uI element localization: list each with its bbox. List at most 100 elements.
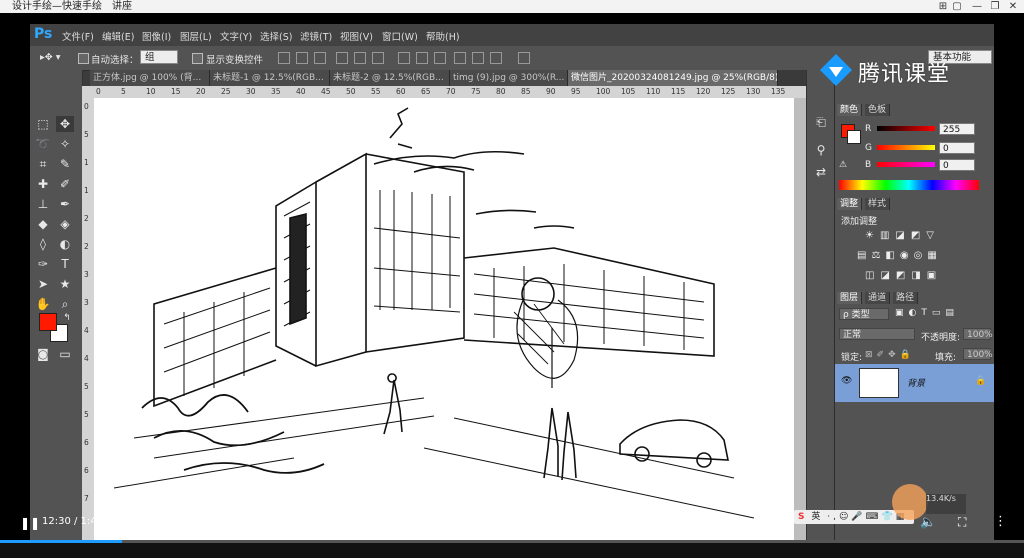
align-hcenter-icon[interactable] bbox=[354, 52, 366, 64]
menu-filter[interactable]: 滤镜(T) bbox=[300, 29, 332, 43]
layer-kind-filter[interactable]: ρ 类型 bbox=[839, 308, 889, 320]
b-value-field[interactable]: 0 bbox=[939, 159, 975, 171]
more-options-icon[interactable]: ⋮ bbox=[994, 514, 1007, 529]
menu-window[interactable]: 窗口(W) bbox=[382, 29, 418, 43]
screen-mode-icon[interactable]: ▭ bbox=[56, 346, 74, 362]
swap-colors-icon[interactable]: ↰ bbox=[58, 310, 76, 326]
eraser-tool-icon[interactable]: ◆ bbox=[34, 216, 52, 232]
menu-view[interactable]: 视图(V) bbox=[340, 29, 373, 43]
menu-layer[interactable]: 图层(L) bbox=[180, 29, 212, 43]
document-canvas[interactable] bbox=[94, 98, 794, 540]
auto-align-icon[interactable] bbox=[518, 52, 530, 64]
distribute-left-icon[interactable] bbox=[454, 52, 466, 64]
color-spectrum[interactable] bbox=[839, 180, 979, 190]
canvas-vertical-scrollbar[interactable] bbox=[794, 98, 806, 540]
maximize-button[interactable]: ❐ bbox=[988, 0, 1002, 13]
r-slider[interactable] bbox=[877, 126, 935, 131]
close-button[interactable]: ✕ bbox=[1006, 0, 1020, 13]
doc-tab-active[interactable]: 微信图片_20200324081249.jpg @ 25%(RGB/8) * bbox=[568, 70, 778, 86]
healing-brush-icon[interactable]: ✚ bbox=[34, 176, 52, 192]
lock-icons[interactable]: ⊠✐✥🔒 bbox=[865, 350, 915, 360]
marquee-tool-icon[interactable]: ⬚ bbox=[34, 116, 52, 132]
tab-adjustments[interactable]: 调整 bbox=[837, 198, 863, 210]
fill-field[interactable]: 100% bbox=[963, 348, 993, 360]
align-bottom-icon[interactable] bbox=[314, 52, 326, 64]
menu-type[interactable]: 文字(Y) bbox=[220, 29, 252, 43]
layer-row-background[interactable]: 👁 背景 🔒 bbox=[835, 364, 994, 402]
clone-stamp-icon[interactable]: ⊥ bbox=[34, 196, 52, 212]
foreground-color-swatch[interactable] bbox=[39, 313, 57, 331]
g-value-field[interactable]: 0 bbox=[939, 142, 975, 154]
magic-wand-icon[interactable]: ✧ bbox=[56, 136, 74, 152]
adjustment-icons-row-3[interactable]: ◫◪◩◨▣ bbox=[865, 270, 961, 282]
menu-edit[interactable]: 编辑(E) bbox=[102, 29, 134, 43]
properties-panel-icon[interactable]: ⇄ bbox=[812, 164, 830, 180]
align-top-icon[interactable] bbox=[278, 52, 290, 64]
layer-name[interactable]: 背景 bbox=[907, 376, 925, 389]
eyedropper-icon[interactable]: ✎ bbox=[56, 156, 74, 172]
align-left-icon[interactable] bbox=[336, 52, 348, 64]
doc-tab[interactable]: 未标题-2 @ 12.5%(RGB... bbox=[330, 70, 450, 86]
gamut-warning-icon[interactable]: ⚠ bbox=[839, 160, 847, 170]
menu-image[interactable]: 图像(I) bbox=[142, 29, 171, 43]
volume-icon[interactable]: 🔈 bbox=[920, 515, 936, 530]
layer-filter-icons[interactable]: ▣◐T▭▤ bbox=[895, 308, 959, 318]
panel-background-swatch[interactable] bbox=[847, 130, 861, 144]
miniplayer-icon[interactable]: ▢ bbox=[950, 0, 964, 13]
auto-select-checkbox[interactable] bbox=[78, 53, 89, 64]
tab-color[interactable]: 颜色 bbox=[837, 104, 863, 116]
distribute-top-icon[interactable] bbox=[398, 52, 410, 64]
g-slider[interactable] bbox=[877, 145, 935, 150]
menu-help[interactable]: 帮助(H) bbox=[426, 29, 460, 43]
tab-paths[interactable]: 路径 bbox=[893, 292, 919, 304]
minimize-button[interactable]: — bbox=[970, 0, 984, 13]
doc-tab[interactable]: 未标题-1 @ 12.5%(RGB... bbox=[210, 70, 330, 86]
visibility-eye-icon[interactable]: 👁 bbox=[841, 376, 852, 386]
collapsed-panel-strip: ⎗ ⚲ ⇄ bbox=[806, 70, 835, 540]
path-select-icon[interactable]: ➤ bbox=[34, 276, 52, 292]
video-frame[interactable]: Ps 文件(F) 编辑(E) 图像(I) 图层(L) 文字(Y) 选择(S) 滤… bbox=[30, 24, 994, 540]
tab-styles[interactable]: 样式 bbox=[865, 198, 891, 210]
opacity-field[interactable]: 100% bbox=[963, 328, 993, 340]
brush-tool-icon[interactable]: ✐ bbox=[56, 176, 74, 192]
show-transform-checkbox[interactable] bbox=[192, 53, 203, 64]
pen-tool-icon[interactable]: ✑ bbox=[34, 256, 52, 272]
distribute-vcenter-icon[interactable] bbox=[416, 52, 428, 64]
align-right-icon[interactable] bbox=[372, 52, 384, 64]
adjustment-icons-row-2[interactable]: ▤⚖◧◉◎▦ bbox=[857, 250, 967, 262]
adjustment-icons-row-1[interactable]: ☀▥◪◩▽ bbox=[865, 230, 961, 242]
r-value-field[interactable]: 255 bbox=[939, 123, 975, 135]
b-slider[interactable] bbox=[877, 162, 935, 167]
doc-tab[interactable]: timg (9).jpg @ 300%(R... bbox=[450, 70, 568, 86]
paint-bucket-icon[interactable]: ◈ bbox=[56, 216, 74, 232]
distribute-hcenter-icon[interactable] bbox=[472, 52, 484, 64]
tab-layers[interactable]: 图层 bbox=[837, 292, 863, 304]
align-vcenter-icon[interactable] bbox=[296, 52, 308, 64]
blend-mode-dropdown[interactable]: 正常 bbox=[839, 328, 915, 340]
tab-swatches[interactable]: 色板 bbox=[865, 104, 891, 116]
type-tool-icon[interactable]: T bbox=[56, 256, 74, 272]
menu-file[interactable]: 文件(F) bbox=[62, 29, 94, 43]
tab-channels[interactable]: 通道 bbox=[865, 292, 891, 304]
menu-select[interactable]: 选择(S) bbox=[260, 29, 292, 43]
history-panel-icon[interactable]: ⎗ bbox=[812, 114, 830, 130]
pause-button[interactable]: ❚❚ bbox=[20, 516, 40, 530]
doc-tab[interactable]: 正方体.jpg @ 100% (背... bbox=[90, 70, 210, 86]
history-brush-icon[interactable]: ✒ bbox=[56, 196, 74, 212]
distribute-bottom-icon[interactable] bbox=[434, 52, 446, 64]
quick-mask-icon[interactable]: ◙ bbox=[34, 346, 52, 362]
pin-icon[interactable]: ⊞ bbox=[936, 0, 950, 13]
crop-tool-icon[interactable]: ⌗ bbox=[34, 156, 52, 172]
move-tool-icon[interactable]: ✥ bbox=[56, 116, 74, 132]
fill-label: 填充: bbox=[935, 353, 957, 363]
distribute-right-icon[interactable] bbox=[490, 52, 502, 64]
dodge-tool-icon[interactable]: ◐ bbox=[56, 236, 74, 252]
blur-tool-icon[interactable]: ◊ bbox=[34, 236, 52, 252]
move-tool-icon[interactable]: ▸✥ ▾ bbox=[40, 52, 61, 63]
shape-tool-icon[interactable]: ★ bbox=[56, 276, 74, 292]
tool-presets-icon[interactable]: ⚲ bbox=[812, 142, 830, 158]
hand-tool-icon[interactable]: ✋ bbox=[34, 296, 52, 312]
lasso-tool-icon[interactable]: ➰ bbox=[34, 136, 52, 152]
auto-select-dropdown[interactable]: 组 bbox=[140, 50, 178, 64]
fullscreen-icon[interactable]: ⛶ bbox=[958, 515, 966, 530]
